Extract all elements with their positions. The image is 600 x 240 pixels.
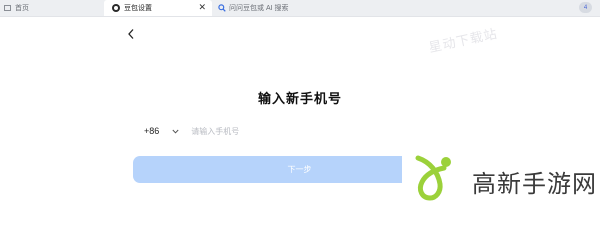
next-button-label: 下一步 — [287, 165, 312, 174]
tab-bar: 首页 豆包设置 ✕ 问问豆包或 AI 搜索 4 — [0, 0, 600, 17]
avatar-label: 4 — [583, 4, 588, 11]
phone-input[interactable] — [191, 126, 372, 136]
watermark-logo-box: 高新手游网 — [402, 151, 600, 205]
phone-row: +86 — [144, 124, 372, 138]
close-icon[interactable]: ✕ — [198, 3, 206, 12]
tab-doubao-settings[interactable]: 豆包设置 ✕ — [104, 0, 212, 16]
tab-home[interactable]: 首页 — [4, 0, 29, 16]
tab-search[interactable]: 问问豆包或 AI 搜索 — [218, 0, 289, 16]
country-code-selector[interactable]: +86 — [144, 126, 159, 136]
tab-home-label: 首页 — [15, 5, 29, 12]
site-logo-icon — [415, 155, 451, 201]
home-icon — [4, 5, 11, 11]
tab-active-label: 豆包设置 — [124, 5, 152, 12]
watermark-text: 星动下载站 — [427, 25, 500, 56]
search-icon — [218, 4, 226, 12]
back-arrow-icon[interactable] — [126, 28, 136, 40]
watermark-site-name: 高新手游网 — [472, 171, 597, 198]
avatar[interactable]: 4 — [579, 2, 592, 13]
page-title: 输入新手机号 — [257, 91, 342, 106]
doubao-favicon-icon — [112, 4, 120, 12]
chevron-down-icon[interactable] — [172, 129, 179, 134]
tab-search-label: 问问豆包或 AI 搜索 — [229, 5, 289, 12]
